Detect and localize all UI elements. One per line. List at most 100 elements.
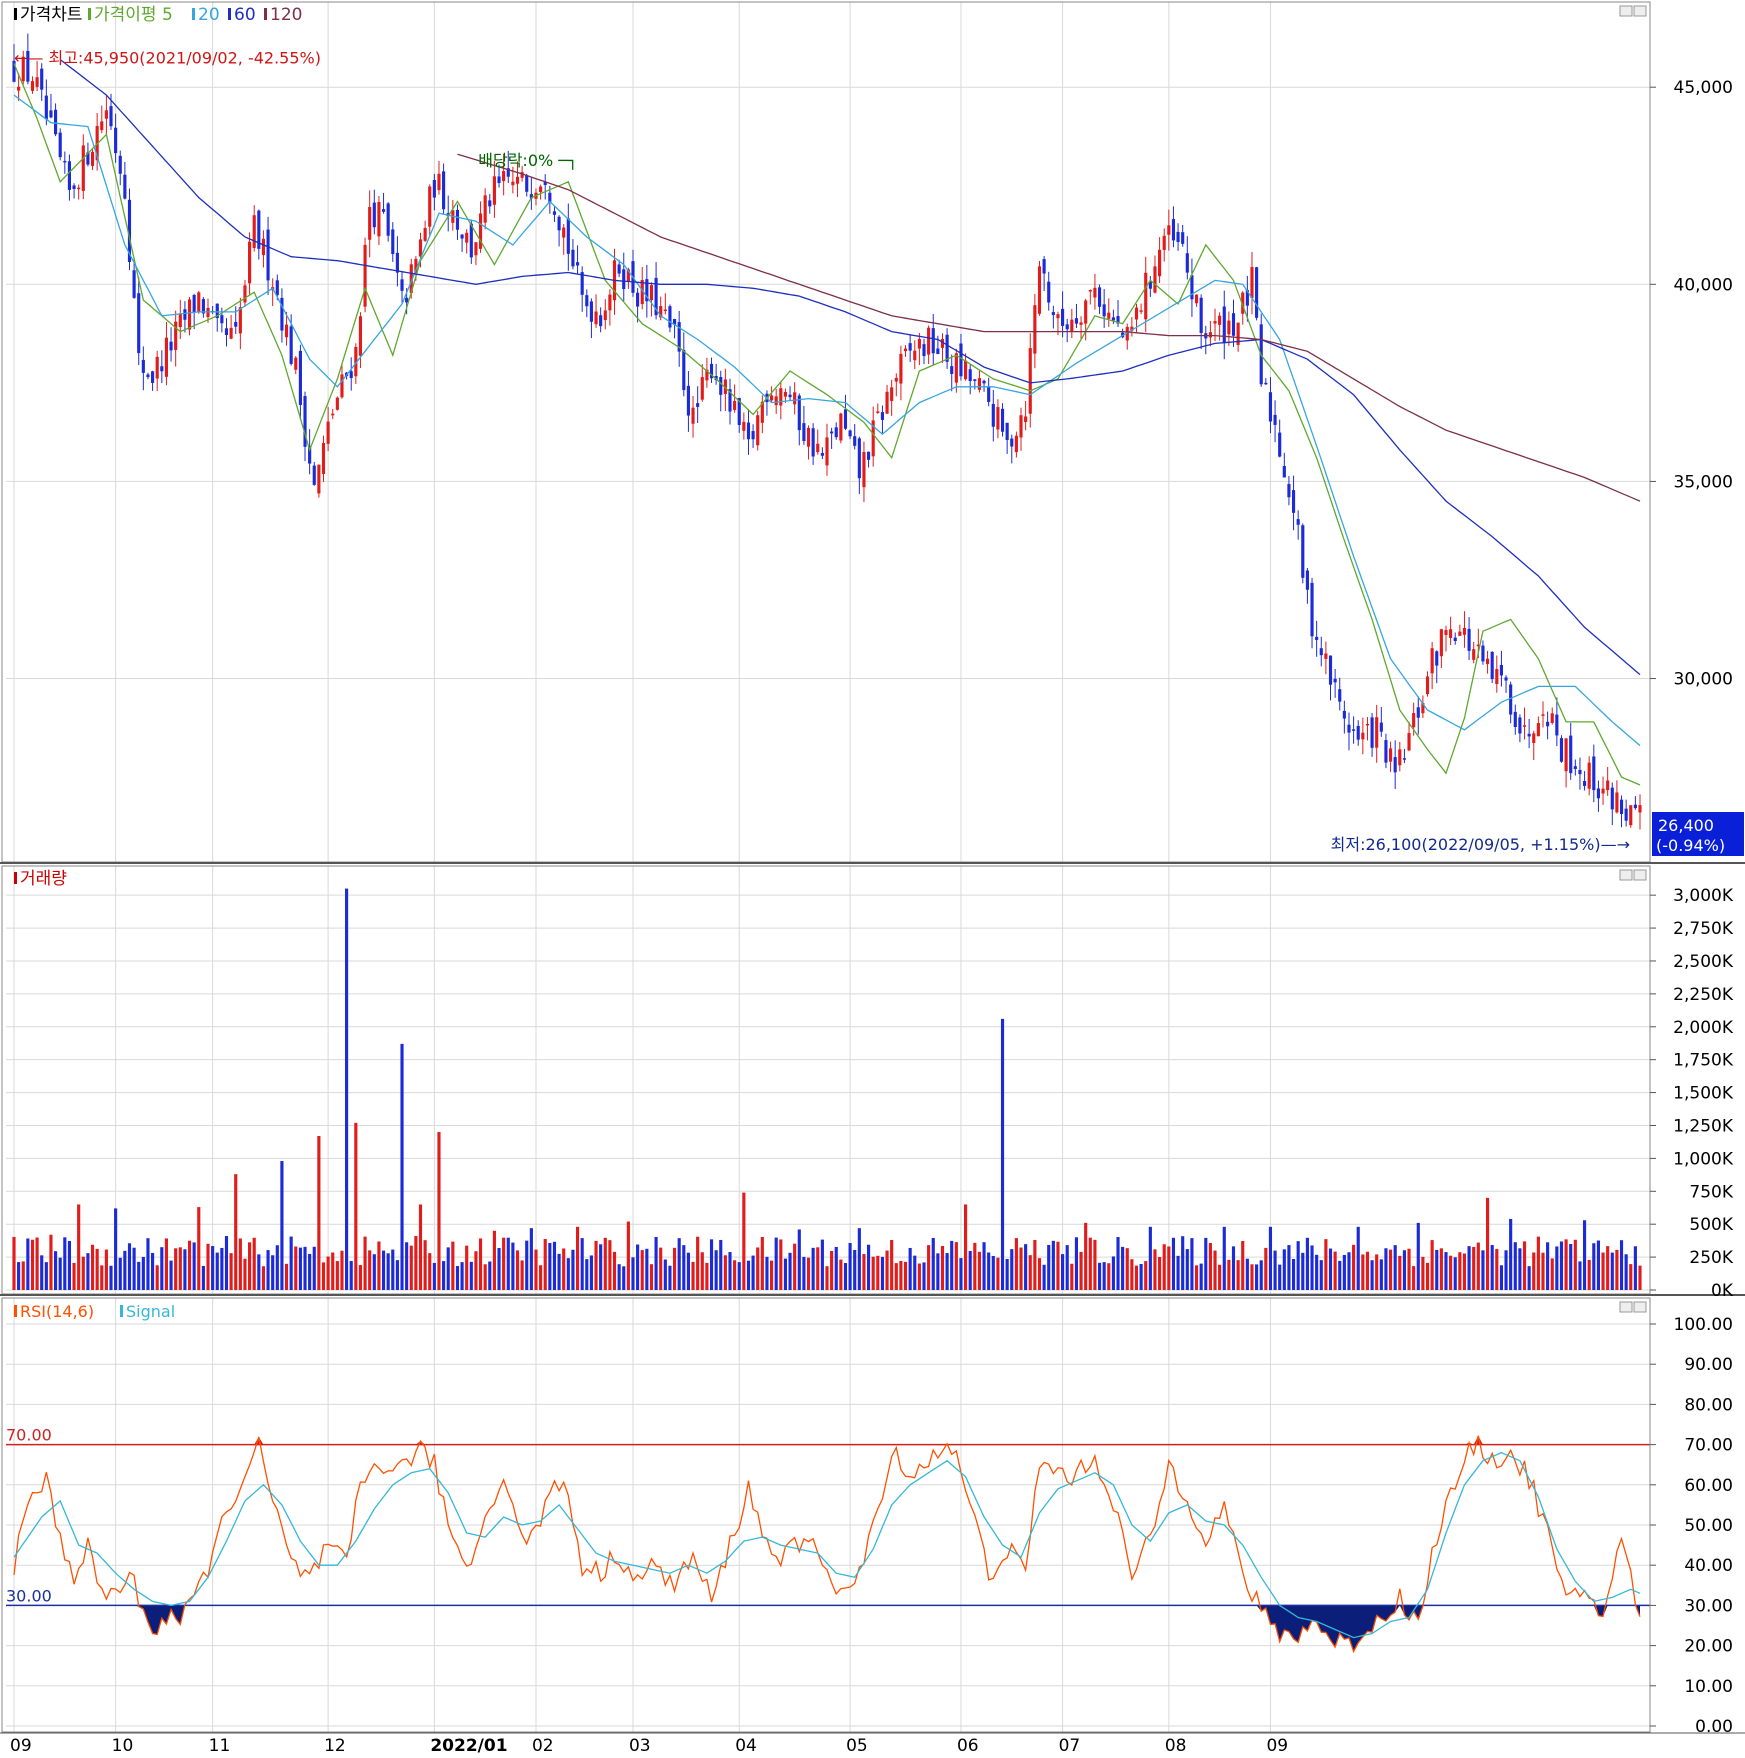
legend-label: RSI(14,6) (20, 1302, 94, 1321)
x-tick-label: 09 (10, 1736, 32, 1754)
price-panel (12, 33, 1642, 830)
candle-body (806, 427, 811, 447)
candle-body (284, 324, 289, 338)
candle-body (220, 315, 224, 324)
volume-bar (1315, 1254, 1319, 1290)
candle-body (1596, 788, 1600, 799)
volume-bar (1347, 1252, 1351, 1290)
volume-bar (1227, 1259, 1231, 1290)
panel-close-icon (1633, 5, 1647, 17)
volume-bar (515, 1250, 520, 1290)
volume-bar (806, 1257, 811, 1290)
volume-bar (220, 1247, 224, 1290)
candle-body (1615, 792, 1619, 813)
volume-panel (12, 888, 1642, 1290)
candle-body (557, 216, 561, 231)
candle-body (137, 293, 141, 354)
volume-bar (848, 1243, 852, 1290)
volume-bar (571, 1249, 575, 1290)
volume-bar (1033, 1239, 1037, 1290)
candle-body (1430, 648, 1434, 674)
volume-bar (1615, 1249, 1619, 1290)
volume-bar (1181, 1236, 1185, 1290)
candle-body (1328, 655, 1333, 685)
volume-bar (1287, 1245, 1291, 1290)
candle-body (1107, 312, 1111, 319)
candle-body (1199, 297, 1203, 333)
volume-bar (1606, 1246, 1610, 1290)
candle-body (1485, 658, 1490, 665)
volume-bar (86, 1253, 90, 1290)
legend-swatch (120, 1305, 123, 1317)
volume-bar (358, 1265, 363, 1290)
volume-bar (733, 1260, 737, 1290)
volume-bar (1453, 1257, 1457, 1290)
volume-bar (1250, 1264, 1254, 1290)
candle-body (146, 374, 150, 378)
volume-bar (1449, 1255, 1453, 1290)
candle-body (1324, 653, 1328, 659)
volume-bar (123, 1250, 127, 1290)
volume-bar (585, 1259, 589, 1290)
candle-body (248, 241, 252, 284)
candle-body (474, 242, 478, 256)
candle-body (691, 407, 695, 424)
volume-bar (1061, 1254, 1065, 1290)
volume-bar (552, 1241, 557, 1290)
volume-bar (1365, 1251, 1370, 1290)
volume-bar (631, 1257, 635, 1290)
volume-bar (321, 1262, 326, 1290)
candle-body (617, 264, 621, 274)
volume-bar (1504, 1250, 1508, 1290)
candle-body (377, 202, 381, 237)
candle-body (1610, 787, 1614, 810)
volume-bar (1019, 1247, 1023, 1290)
candle-body (368, 207, 372, 240)
candle-body (243, 285, 247, 303)
volume-bar (224, 1236, 229, 1290)
candle-body (77, 187, 81, 190)
volume-bar (151, 1252, 155, 1290)
candle-body (363, 244, 367, 307)
volume-bar (1333, 1251, 1337, 1290)
candle-body (109, 106, 113, 127)
volume-bar (372, 1254, 376, 1290)
volume-bar (1153, 1249, 1157, 1290)
volume-bar (1231, 1246, 1236, 1290)
candle-body (1019, 415, 1023, 438)
x-tick-label: 11 (209, 1736, 231, 1754)
volume-bar (1268, 1226, 1273, 1290)
volume-bar (908, 1247, 912, 1290)
candle-body (719, 376, 723, 395)
volume-bar (17, 1262, 21, 1290)
rsi-level-label: 30.00 (6, 1586, 52, 1605)
volume-bar (312, 1246, 316, 1290)
candle-body (927, 327, 931, 355)
volume-bar (81, 1256, 85, 1290)
candle-body (589, 301, 593, 322)
candle-body (700, 377, 704, 400)
volume-bar (1028, 1255, 1032, 1290)
volume-bar (1388, 1249, 1393, 1290)
volume-bar (127, 1243, 132, 1290)
volume-bar (1208, 1243, 1212, 1290)
candle-body (1273, 414, 1277, 425)
volume-bar (1509, 1218, 1513, 1290)
candle-body (187, 299, 192, 330)
volume-bar (1301, 1252, 1305, 1290)
volume-bar (1402, 1250, 1406, 1290)
candle-body (63, 160, 67, 163)
candle-body (331, 413, 335, 416)
volume-bar (229, 1253, 233, 1290)
candle-body (1102, 304, 1106, 317)
volume-bar (1555, 1246, 1559, 1290)
volume-bar (1379, 1259, 1383, 1290)
volume-bar (317, 1136, 321, 1290)
candle-body (1315, 636, 1319, 640)
candle-body (880, 412, 885, 420)
candle-body (825, 437, 829, 466)
candle-body (843, 409, 848, 429)
volume-bar (1190, 1238, 1194, 1290)
candle-body (987, 386, 991, 402)
candle-body (437, 173, 441, 191)
